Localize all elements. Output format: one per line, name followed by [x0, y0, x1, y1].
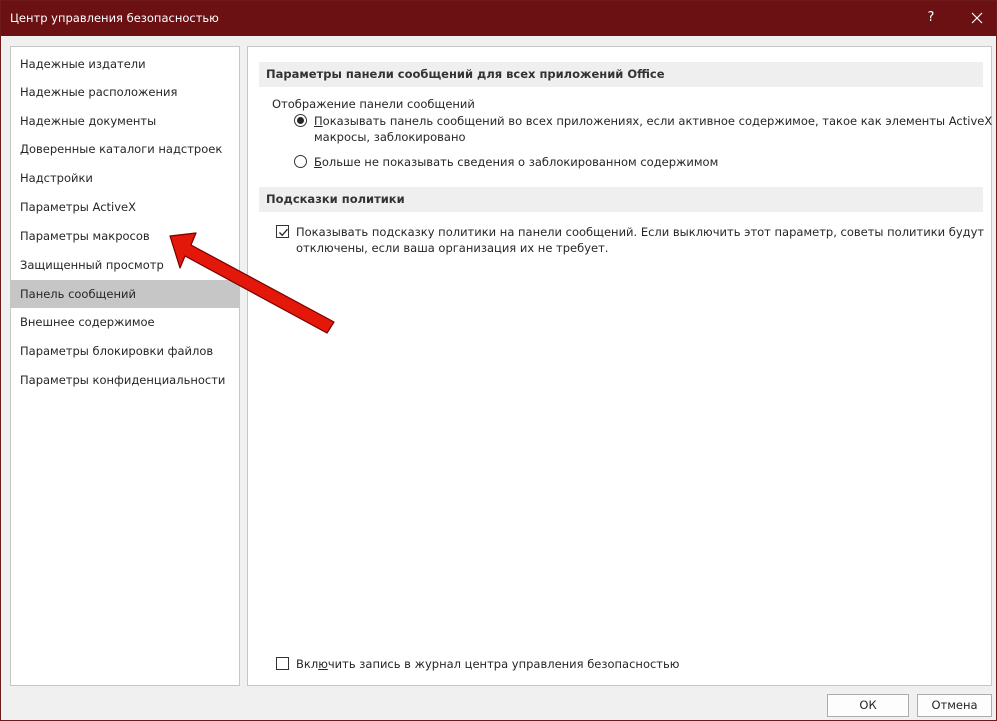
policy-tips-checkbox[interactable]	[276, 225, 289, 238]
policy-tips-label-line2: отключены, если ваша организация их не т…	[296, 241, 609, 255]
logging-text-before: Вкл	[296, 657, 319, 671]
sidebar-item-file-block-settings[interactable]: Параметры блокировки файлов	[11, 337, 239, 365]
message-bar-section-header: Параметры панели сообщений для всех прил…	[259, 62, 983, 87]
close-button[interactable]	[963, 5, 991, 31]
accel-key: ю	[318, 657, 328, 671]
logging-text-after: чить запись в журнал центра управления б…	[327, 657, 680, 671]
sidebar-item-protected-view[interactable]: Защищенный просмотр	[11, 251, 239, 279]
sidebar-item-privacy-options[interactable]: Параметры конфиденциальности	[11, 366, 239, 394]
help-button[interactable]: ?	[921, 10, 941, 28]
trust-center-dialog: Центр управления безопасностью ? Надежны…	[0, 0, 997, 721]
accel-key: Б	[314, 155, 322, 169]
ok-button[interactable]: ОК	[827, 694, 909, 717]
sidebar-item-external-content[interactable]: Внешнее содержимое	[11, 308, 239, 336]
checkmark-icon	[279, 228, 288, 237]
option-text: ольше не показывать сведения о заблокиро…	[321, 155, 719, 169]
window-title: Центр управления безопасностью	[10, 11, 219, 25]
accel-key: П	[314, 114, 323, 128]
policy-tips-section-header: Подсказки политики	[259, 187, 983, 212]
sidebar-item-trusted-publishers[interactable]: Надежные издатели	[11, 50, 239, 78]
option-text: оказывать панель сообщений во всех прило…	[322, 114, 997, 128]
sidebar-item-message-bar[interactable]: Панель сообщений	[11, 280, 239, 308]
close-icon	[971, 12, 983, 24]
radio-show-message-bar-label[interactable]: Показывать панель сообщений во всех прил…	[314, 113, 997, 129]
main-panel: Параметры панели сообщений для всех прил…	[247, 46, 997, 686]
logging-checkbox[interactable]	[276, 657, 289, 670]
sidebar-item-trusted-documents[interactable]: Надежные документы	[11, 107, 239, 135]
radio-show-message-bar-label-line2: макросы, заблокировано	[314, 130, 466, 144]
sidebar-item-addins[interactable]: Надстройки	[11, 164, 239, 192]
radio-show-message-bar[interactable]	[294, 114, 307, 127]
cancel-button[interactable]: Отмена	[917, 694, 992, 717]
message-bar-group-label: Отображение панели сообщений	[272, 97, 475, 111]
radio-selected-dot	[297, 117, 304, 124]
radio-hide-blocked-info[interactable]	[294, 155, 307, 168]
sidebar-item-macro-settings[interactable]: Параметры макросов	[11, 222, 239, 250]
sidebar-nav: Надежные издатели Надежные расположения …	[10, 46, 240, 686]
radio-hide-blocked-info-label[interactable]: Больше не показывать сведения о заблокир…	[314, 154, 718, 170]
sidebar-item-trusted-locations[interactable]: Надежные расположения	[11, 78, 239, 106]
sidebar-item-activex-settings[interactable]: Параметры ActiveX	[11, 193, 239, 221]
sidebar-item-trusted-addin-catalogs[interactable]: Доверенные каталоги надстроек	[11, 135, 239, 163]
title-bar: Центр управления безопасностью ?	[1, 1, 996, 36]
policy-tips-label[interactable]: Показывать подсказку политики на панели …	[296, 224, 984, 240]
logging-label[interactable]: Включить запись в журнал центра управлен…	[296, 656, 679, 672]
